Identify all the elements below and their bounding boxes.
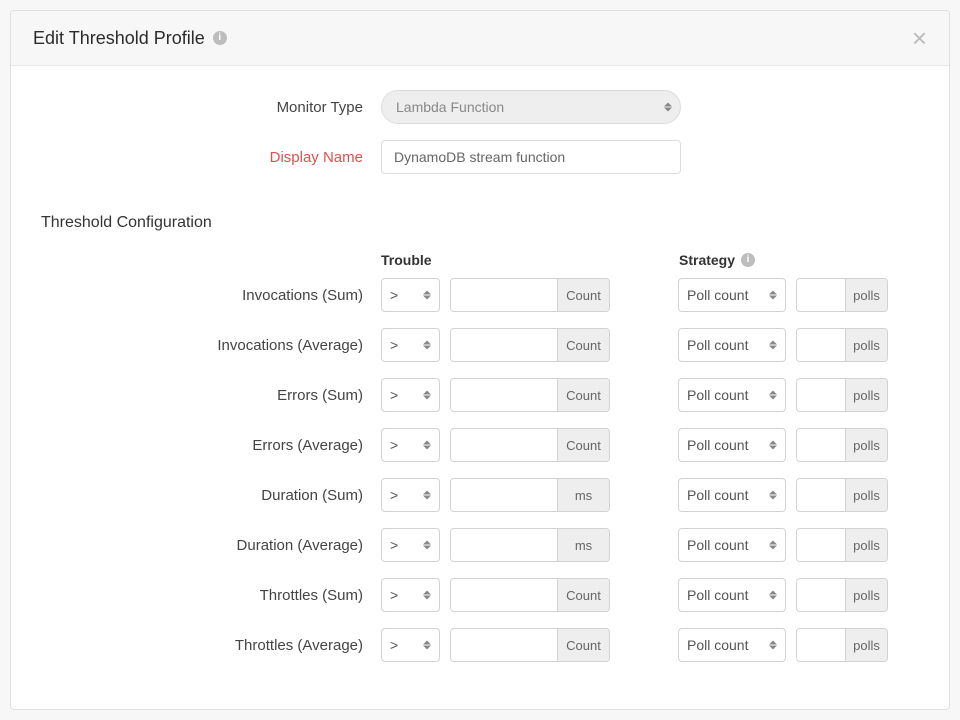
trouble-value-input[interactable]: Count bbox=[450, 278, 610, 312]
strategy-select[interactable]: Poll count bbox=[678, 278, 786, 312]
threshold-row: Duration (Average) > ms Poll count polls bbox=[41, 528, 919, 562]
chevron-updown-icon bbox=[769, 641, 777, 650]
panel-body: Monitor Type Lambda Function Display Nam… bbox=[11, 66, 949, 709]
threshold-row: Invocations (Average) > Count Poll count… bbox=[41, 328, 919, 362]
chevron-updown-icon bbox=[664, 103, 672, 112]
polls-unit: polls bbox=[845, 429, 887, 461]
trouble-value-input[interactable]: ms bbox=[450, 478, 610, 512]
strategy-column-label: Strategy bbox=[679, 252, 735, 268]
chevron-updown-icon bbox=[769, 541, 777, 550]
polls-unit: polls bbox=[845, 279, 887, 311]
unit-label: Count bbox=[557, 379, 609, 411]
chevron-updown-icon bbox=[769, 591, 777, 600]
chevron-updown-icon bbox=[423, 491, 431, 500]
row-label: Errors (Average) bbox=[41, 437, 381, 454]
threshold-row: Throttles (Average) > Count Poll count p… bbox=[41, 628, 919, 662]
chevron-updown-icon bbox=[769, 291, 777, 300]
threshold-config-heading: Threshold Configuration bbox=[41, 214, 919, 232]
threshold-row: Duration (Sum) > ms Poll count polls bbox=[41, 478, 919, 512]
info-icon[interactable]: i bbox=[213, 31, 227, 45]
close-icon[interactable]: × bbox=[912, 25, 927, 51]
threshold-row: Errors (Sum) > Count Poll count polls bbox=[41, 378, 919, 412]
row-label: Throttles (Average) bbox=[41, 637, 381, 654]
row-label: Invocations (Sum) bbox=[41, 287, 381, 304]
chevron-updown-icon bbox=[769, 441, 777, 450]
polls-unit: polls bbox=[845, 329, 887, 361]
polls-unit: polls bbox=[845, 629, 887, 661]
polls-input[interactable]: polls bbox=[796, 628, 888, 662]
chevron-updown-icon bbox=[769, 341, 777, 350]
unit-label: ms bbox=[557, 479, 609, 511]
info-icon[interactable]: i bbox=[741, 253, 755, 267]
strategy-select[interactable]: Poll count bbox=[678, 378, 786, 412]
chevron-updown-icon bbox=[423, 591, 431, 600]
row-label: Duration (Average) bbox=[41, 537, 381, 554]
panel-header: Edit Threshold Profile i × bbox=[11, 11, 949, 66]
trouble-value-input[interactable]: Count bbox=[450, 428, 610, 462]
operator-select[interactable]: > bbox=[381, 328, 440, 362]
threshold-row: Invocations (Sum) > Count Poll count pol… bbox=[41, 278, 919, 312]
threshold-row: Errors (Average) > Count Poll count poll… bbox=[41, 428, 919, 462]
operator-select[interactable]: > bbox=[381, 428, 440, 462]
trouble-value-input[interactable]: ms bbox=[450, 528, 610, 562]
monitor-type-select[interactable]: Lambda Function bbox=[381, 90, 681, 124]
strategy-column-header: Strategy i bbox=[679, 252, 909, 268]
polls-input[interactable]: polls bbox=[796, 328, 888, 362]
strategy-select[interactable]: Poll count bbox=[678, 528, 786, 562]
threshold-row: Throttles (Sum) > Count Poll count polls bbox=[41, 578, 919, 612]
unit-label: Count bbox=[557, 279, 609, 311]
unit-label: Count bbox=[557, 429, 609, 461]
operator-select[interactable]: > bbox=[381, 628, 440, 662]
polls-input[interactable]: polls bbox=[796, 428, 888, 462]
operator-select[interactable]: > bbox=[381, 578, 440, 612]
polls-unit: polls bbox=[845, 379, 887, 411]
strategy-select[interactable]: Poll count bbox=[678, 428, 786, 462]
operator-select[interactable]: > bbox=[381, 378, 440, 412]
strategy-select[interactable]: Poll count bbox=[678, 328, 786, 362]
unit-label: ms bbox=[557, 529, 609, 561]
strategy-select[interactable]: Poll count bbox=[678, 578, 786, 612]
operator-select[interactable]: > bbox=[381, 478, 440, 512]
trouble-column-header: Trouble bbox=[381, 252, 611, 268]
polls-unit: polls bbox=[845, 579, 887, 611]
strategy-select[interactable]: Poll count bbox=[678, 478, 786, 512]
operator-select[interactable]: > bbox=[381, 278, 440, 312]
polls-input[interactable]: polls bbox=[796, 578, 888, 612]
chevron-updown-icon bbox=[769, 391, 777, 400]
unit-label: Count bbox=[557, 579, 609, 611]
monitor-type-label: Monitor Type bbox=[41, 99, 381, 116]
row-label: Errors (Sum) bbox=[41, 387, 381, 404]
operator-select[interactable]: > bbox=[381, 528, 440, 562]
strategy-select[interactable]: Poll count bbox=[678, 628, 786, 662]
panel-title: Edit Threshold Profile bbox=[33, 28, 205, 49]
row-label: Invocations (Average) bbox=[41, 337, 381, 354]
unit-label: Count bbox=[557, 329, 609, 361]
chevron-updown-icon bbox=[423, 341, 431, 350]
monitor-type-value: Lambda Function bbox=[396, 99, 504, 115]
display-name-input[interactable] bbox=[381, 140, 681, 174]
polls-unit: polls bbox=[845, 529, 887, 561]
trouble-value-input[interactable]: Count bbox=[450, 328, 610, 362]
chevron-updown-icon bbox=[423, 441, 431, 450]
chevron-updown-icon bbox=[423, 391, 431, 400]
polls-unit: polls bbox=[845, 479, 887, 511]
trouble-value-input[interactable]: Count bbox=[450, 378, 610, 412]
polls-input[interactable]: polls bbox=[796, 278, 888, 312]
threshold-profile-panel: Edit Threshold Profile i × Monitor Type … bbox=[10, 10, 950, 710]
chevron-updown-icon bbox=[423, 641, 431, 650]
trouble-value-input[interactable]: Count bbox=[450, 578, 610, 612]
polls-input[interactable]: polls bbox=[796, 378, 888, 412]
row-label: Throttles (Sum) bbox=[41, 587, 381, 604]
polls-input[interactable]: polls bbox=[796, 528, 888, 562]
display-name-label: Display Name bbox=[41, 149, 381, 166]
trouble-value-input[interactable]: Count bbox=[450, 628, 610, 662]
chevron-updown-icon bbox=[423, 291, 431, 300]
chevron-updown-icon bbox=[769, 491, 777, 500]
unit-label: Count bbox=[557, 629, 609, 661]
polls-input[interactable]: polls bbox=[796, 478, 888, 512]
row-label: Duration (Sum) bbox=[41, 487, 381, 504]
chevron-updown-icon bbox=[423, 541, 431, 550]
